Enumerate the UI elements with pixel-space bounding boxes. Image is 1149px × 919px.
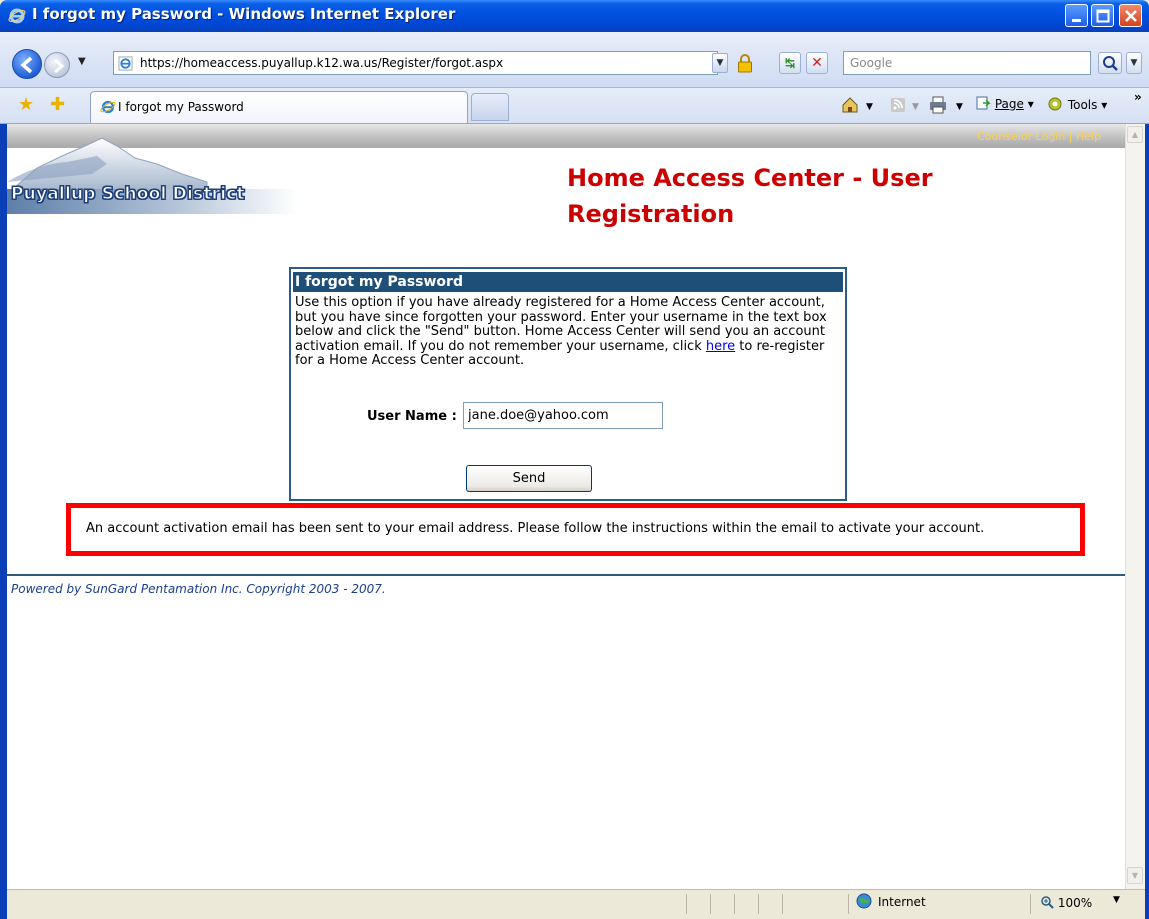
send-button[interactable]: Send (466, 465, 592, 492)
ie-window: I forgot my Password - Windows Internet … (0, 0, 1149, 919)
gear-icon (1048, 97, 1062, 111)
address-dropdown[interactable]: ▼ (712, 53, 728, 73)
footer-divider (7, 574, 1125, 576)
reregister-link[interactable]: here (706, 339, 735, 354)
username-input[interactable] (463, 402, 663, 429)
page-title: Home Access Center - User Registration (567, 164, 933, 228)
tab-label: I forgot my Password (118, 100, 244, 114)
svg-text:▼: ▼ (912, 102, 919, 112)
scroll-down-arrow-icon[interactable]: ▼ (1127, 867, 1143, 884)
tools-menu[interactable]: Tools ▾ (1046, 96, 1107, 112)
address-bar[interactable]: https://homeaccess.puyallup.k12.wa.us/Re… (113, 51, 718, 75)
status-divider (734, 894, 735, 914)
page-menu-icon (976, 96, 991, 110)
search-icon (1103, 56, 1118, 71)
home-button[interactable]: ▼ (840, 96, 880, 117)
zoom-dropdown[interactable]: ▼ (1113, 895, 1120, 905)
search-placeholder: Google (850, 56, 893, 70)
status-divider (1030, 894, 1031, 914)
ie-page-icon (100, 100, 116, 114)
district-name-logo: Puyallup School District (11, 184, 246, 205)
search-options-dropdown[interactable]: ▼ (1126, 52, 1142, 74)
status-divider (710, 894, 711, 914)
home-icon: ▼ (842, 97, 873, 113)
forgot-password-panel: I forgot my Password Use this option if … (289, 267, 847, 501)
recent-pages-dropdown[interactable]: ▼ (78, 56, 86, 67)
search-button[interactable] (1098, 52, 1122, 74)
refresh-button[interactable]: ↹ (779, 52, 801, 74)
status-divider (686, 894, 687, 914)
status-divider (758, 894, 759, 914)
username-label: User Name : (367, 409, 457, 424)
zoom-magnifier-icon (1041, 896, 1054, 909)
printer-icon: ▼ (930, 96, 963, 114)
status-divider (848, 894, 849, 914)
title-bar: I forgot my Password - Windows Internet … (0, 0, 1149, 32)
zoom-level[interactable]: 100% (1040, 895, 1092, 910)
maximize-button[interactable] (1091, 4, 1114, 27)
lock-icon[interactable] (734, 52, 756, 74)
tab-forgot-password[interactable]: I forgot my Password (90, 91, 468, 123)
page-icon (118, 56, 133, 71)
back-arrow-icon (20, 56, 33, 74)
new-tab-button[interactable] (471, 93, 509, 121)
counselor-help-links[interactable]: Counselor Login | Help (977, 130, 1101, 143)
window-frame-left (0, 124, 7, 919)
search-input[interactable]: Google (843, 51, 1091, 75)
forward-button[interactable] (44, 52, 70, 78)
svg-text:▼: ▼ (866, 102, 873, 112)
address-text[interactable]: https://homeaccess.puyallup.k12.wa.us/Re… (140, 56, 503, 70)
zoom-value: 100% (1057, 896, 1093, 910)
window-title: I forgot my Password - Windows Internet … (32, 5, 456, 23)
close-icon (1125, 10, 1137, 22)
refresh-icon: ↹ (784, 56, 796, 70)
page-viewport: Counselor Login | Help Puyallup School D… (7, 124, 1125, 889)
favorites-center-icon[interactable]: ★ (18, 94, 34, 115)
page-menu[interactable]: Page ▾ (975, 96, 1034, 111)
feeds-button[interactable]: ▼ (890, 96, 922, 117)
tools-menu-label: Tools (1067, 98, 1098, 112)
footer-copyright: Powered by SunGard Pentamation Inc. Copy… (11, 582, 386, 596)
vertical-scrollbar[interactable] (1125, 124, 1145, 889)
window-frame-right (1145, 124, 1149, 919)
maximize-icon (1096, 9, 1110, 23)
panel-title: I forgot my Password (293, 272, 843, 292)
stop-button[interactable]: ✕ (806, 52, 828, 74)
page-menu-label: Page (994, 97, 1024, 111)
status-divider (782, 894, 783, 914)
svg-text:▼: ▼ (956, 102, 963, 112)
back-button[interactable] (12, 49, 42, 79)
ie-logo-icon (8, 8, 26, 24)
activation-notice: An account activation email has been sen… (66, 503, 1085, 556)
security-zone-label[interactable]: Internet (878, 895, 926, 909)
notice-text: An account activation email has been sen… (86, 521, 985, 536)
panel-instructions: Use this option if you have already regi… (295, 295, 843, 369)
scroll-up-arrow-icon[interactable]: ▲ (1127, 126, 1143, 143)
add-favorites-icon[interactable]: ✚ (50, 94, 65, 115)
close-button[interactable] (1119, 4, 1142, 27)
stop-icon: ✕ (811, 55, 823, 71)
minimize-icon (1072, 19, 1081, 22)
toolbar-overflow-chevron[interactable]: » (1134, 90, 1142, 104)
status-bar (7, 889, 1145, 919)
minimize-button[interactable] (1065, 4, 1088, 27)
forward-arrow-icon (54, 58, 65, 74)
print-button[interactable]: ▼ (929, 96, 969, 117)
rss-icon: ▼ (891, 98, 919, 112)
globe-icon (856, 893, 872, 909)
